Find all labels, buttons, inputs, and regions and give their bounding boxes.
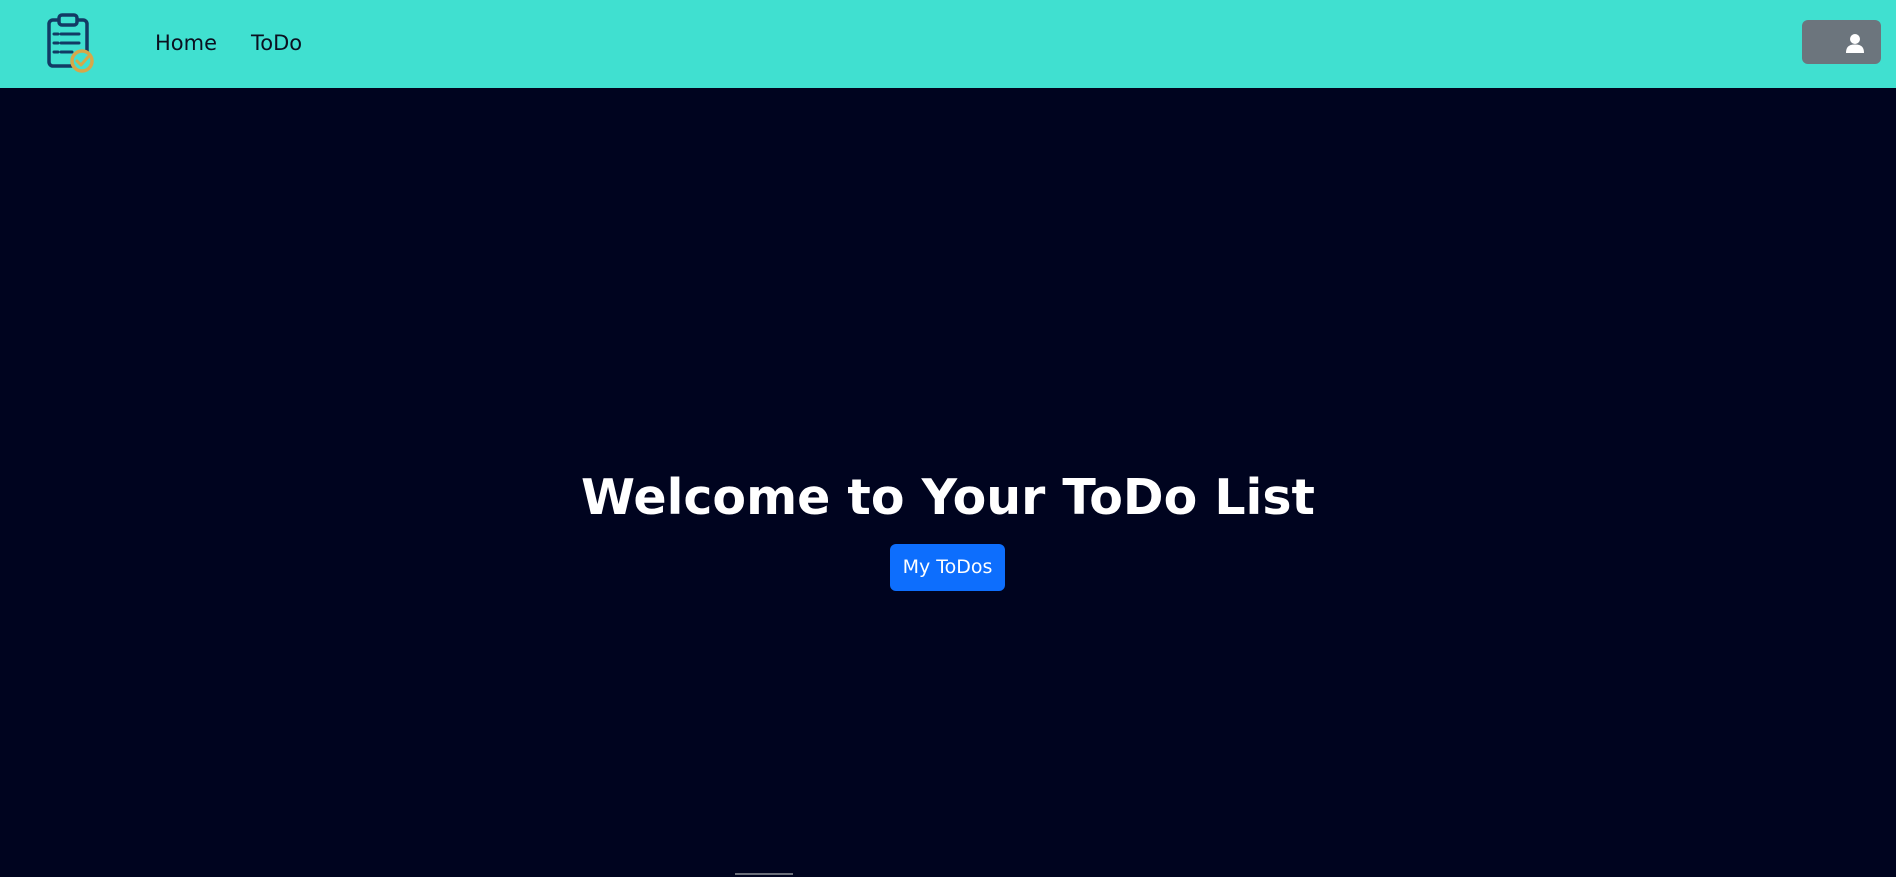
nav-link-home[interactable]: Home bbox=[155, 30, 217, 56]
user-menu-button[interactable] bbox=[1802, 20, 1881, 64]
bottom-edge-marker bbox=[735, 873, 793, 875]
user-icon bbox=[1846, 34, 1864, 53]
clipboard-check-icon[interactable] bbox=[44, 12, 98, 74]
top-navbar: Home ToDo bbox=[0, 0, 1896, 88]
app-page: Home ToDo Welcome to Your ToDo List My T… bbox=[0, 0, 1896, 877]
my-todos-button[interactable]: My ToDos bbox=[890, 544, 1005, 591]
nav-link-todo[interactable]: ToDo bbox=[251, 30, 302, 56]
hero-title: Welcome to Your ToDo List bbox=[581, 469, 1315, 526]
